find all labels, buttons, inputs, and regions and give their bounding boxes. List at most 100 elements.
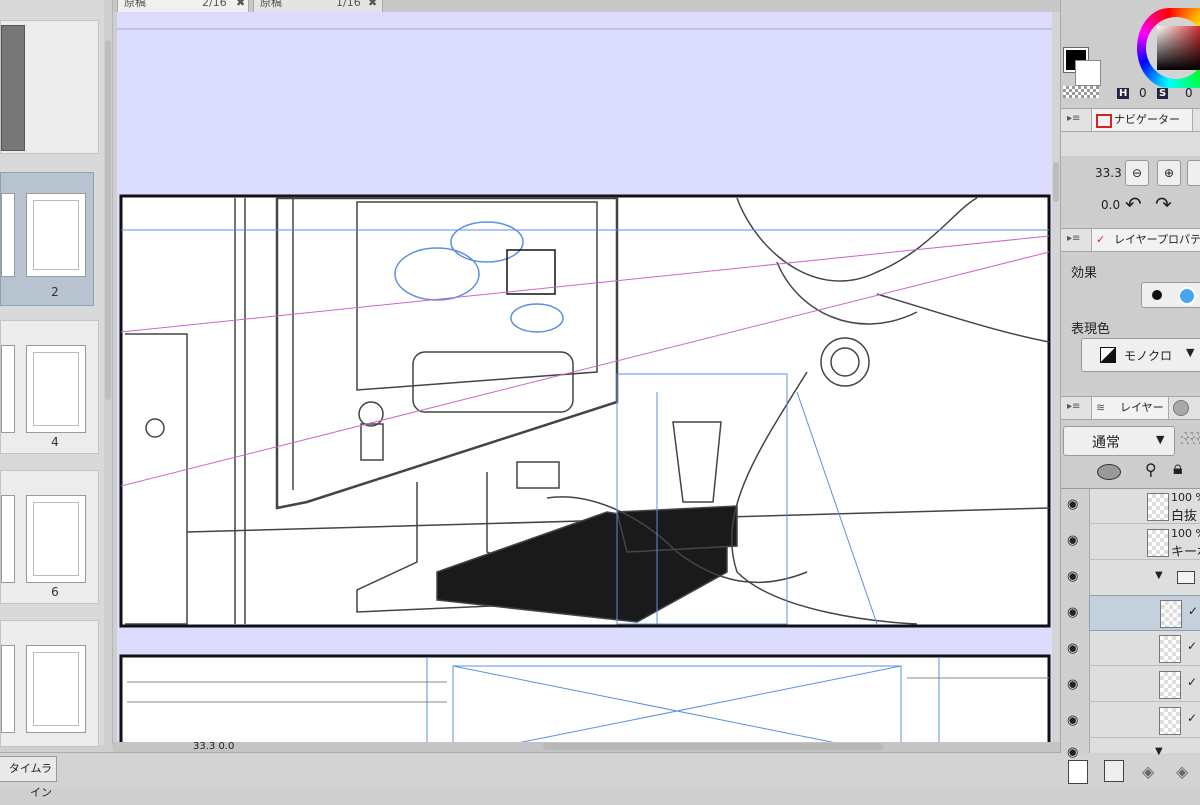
layer-opacity: 100 %: [1171, 527, 1200, 540]
saturation-square[interactable]: [1157, 26, 1200, 70]
layer-row[interactable]: ✓: [1089, 667, 1200, 702]
layer-row[interactable]: ✓: [1089, 631, 1200, 666]
hue-value: 0: [1139, 86, 1147, 100]
page-thumb-4[interactable]: 4: [0, 320, 99, 454]
page-thumb-6[interactable]: 6: [0, 470, 99, 604]
eye-icon[interactable]: ◉: [1067, 533, 1078, 548]
navigator-panel-header: ▸≡ ナビゲーター: [1061, 108, 1200, 132]
page-paper: [1, 25, 25, 151]
collapse-icon[interactable]: ▸≡: [1067, 113, 1080, 124]
page-list-scrollbar[interactable]: [104, 0, 112, 745]
tab-document-active[interactable]: 原稿 2/16 ✖: [117, 0, 249, 12]
layer-stack-icon[interactable]: ◈: [1176, 762, 1188, 781]
zoom-out-button[interactable]: ⊖: [1125, 160, 1149, 186]
circle-icon[interactable]: [1173, 400, 1189, 416]
layer-row[interactable]: 100 % 白抜: [1089, 489, 1200, 524]
horizontal-scrollbar[interactable]: [543, 743, 883, 750]
canvas-vertical-scrollbar[interactable]: [1052, 12, 1060, 742]
layer-thumbnail: [1160, 600, 1182, 628]
page-paper: [1, 645, 15, 733]
page-panel-lines: [33, 200, 79, 270]
page-thumb-1[interactable]: [0, 20, 99, 154]
navigator-preview[interactable]: [1061, 132, 1200, 156]
page-list-panel: 2 4 6: [0, 0, 113, 747]
layer-name: キーボ: [1171, 545, 1200, 560]
saturation-value: 0: [1185, 86, 1193, 100]
collapse-icon[interactable]: ▸≡: [1067, 233, 1080, 244]
layer-folder-row[interactable]: ▼: [1089, 561, 1200, 596]
close-icon[interactable]: ✖: [368, 0, 377, 11]
page-paper: [26, 495, 86, 583]
page-paper: [1, 495, 15, 583]
layer-row[interactable]: ✓: [1089, 703, 1200, 738]
color-wheel[interactable]: [1137, 8, 1200, 88]
rotation-value: 0.0: [1101, 198, 1121, 212]
eye-icon[interactable]: ◉: [1067, 745, 1078, 760]
eye-icon[interactable]: ◉: [1067, 677, 1078, 692]
reference-layer-icon[interactable]: ⚲: [1145, 460, 1157, 479]
monochrome-icon: [1100, 347, 1116, 363]
new-page-icon[interactable]: [1068, 760, 1088, 784]
check-icon[interactable]: ✓: [1187, 639, 1197, 653]
rotate-left-icon[interactable]: ↶: [1125, 192, 1142, 216]
tab-layers[interactable]: ≋ レイヤー: [1091, 397, 1169, 419]
tab-page-count: 1/16: [336, 0, 361, 9]
page-thumb-2[interactable]: 2: [0, 172, 94, 306]
layer-name: 白抜: [1171, 509, 1198, 524]
eye-icon[interactable]: ◉: [1067, 713, 1078, 728]
zoom-value: 33.3: [1095, 166, 1122, 180]
lock-icon[interactable]: 🔒︎: [1173, 458, 1183, 479]
page-paper: [26, 645, 86, 733]
tab-timeline[interactable]: タイムライン: [0, 756, 57, 799]
layer-stack-icon[interactable]: ◈: [1142, 762, 1154, 781]
tab-document[interactable]: 原稿 1/16 ✖: [253, 0, 383, 12]
zoom-in-button[interactable]: ⊕: [1157, 160, 1181, 186]
clip-layer-icon[interactable]: [1097, 464, 1121, 480]
navigator-title: ナビゲーター: [1114, 113, 1180, 126]
check-icon[interactable]: ✓: [1188, 604, 1198, 618]
fit-view-button[interactable]: [1187, 160, 1200, 186]
drawing-canvas[interactable]: [117, 12, 1052, 742]
eye-icon[interactable]: ◉: [1067, 497, 1078, 512]
expression-color-label: 表現色: [1071, 322, 1111, 337]
eye-icon[interactable]: ◉: [1067, 605, 1078, 620]
eye-icon[interactable]: ◉: [1067, 641, 1078, 656]
layer-row-selected[interactable]: ✓: [1089, 595, 1200, 631]
tab-layer-properties[interactable]: ✓ レイヤープロパティ: [1091, 229, 1200, 251]
layer-opacity: 100 %: [1171, 491, 1200, 504]
effect-toggle[interactable]: [1141, 282, 1200, 308]
expression-color-value: モノクロ: [1124, 349, 1173, 363]
page-paper: [26, 193, 86, 277]
bottom-toolbar: [0, 752, 1200, 789]
close-icon[interactable]: ✖: [236, 0, 245, 11]
tab-navigator[interactable]: ナビゲーター: [1091, 109, 1193, 131]
blend-mode-select[interactable]: 通常 ▼: [1063, 426, 1175, 456]
rotate-right-icon[interactable]: ↷: [1155, 192, 1172, 216]
chevron-down-icon[interactable]: ▼: [1155, 570, 1163, 581]
layer-panel-header: ▸≡ ≋ レイヤー: [1061, 396, 1200, 420]
layer-row[interactable]: 100 % キーボ: [1089, 525, 1200, 560]
check-icon[interactable]: ✓: [1187, 675, 1197, 689]
page-paper: [1, 193, 15, 277]
collapse-icon[interactable]: ▸≡: [1067, 401, 1080, 412]
page-paper: [1, 345, 15, 433]
duplicate-page-icon[interactable]: [1104, 760, 1124, 782]
radio-icon: [1152, 290, 1162, 300]
radio-icon: [1178, 287, 1196, 305]
layer-thumbnail: [1147, 529, 1169, 557]
effect-label: 効果: [1071, 266, 1098, 281]
chevron-down-icon[interactable]: ▼: [1155, 746, 1163, 757]
page-number: 2: [51, 285, 59, 299]
layer-thumbnail: [1147, 493, 1169, 521]
transparent-color-swatch[interactable]: [1063, 86, 1099, 98]
eye-icon[interactable]: ◉: [1067, 569, 1078, 584]
opacity-icon: [1181, 432, 1200, 444]
layer-properties-header: ▸≡ ✓ レイヤープロパティ: [1061, 228, 1200, 252]
page-number: 4: [51, 435, 59, 449]
sub-color-swatch[interactable]: [1075, 60, 1101, 86]
check-icon[interactable]: ✓: [1187, 711, 1197, 725]
tab-page-count: 2/16: [202, 0, 227, 9]
expression-color-select[interactable]: モノクロ ▼: [1081, 338, 1200, 372]
manga-page-artwork[interactable]: [117, 12, 1052, 742]
page-thumb-8[interactable]: [0, 620, 99, 747]
